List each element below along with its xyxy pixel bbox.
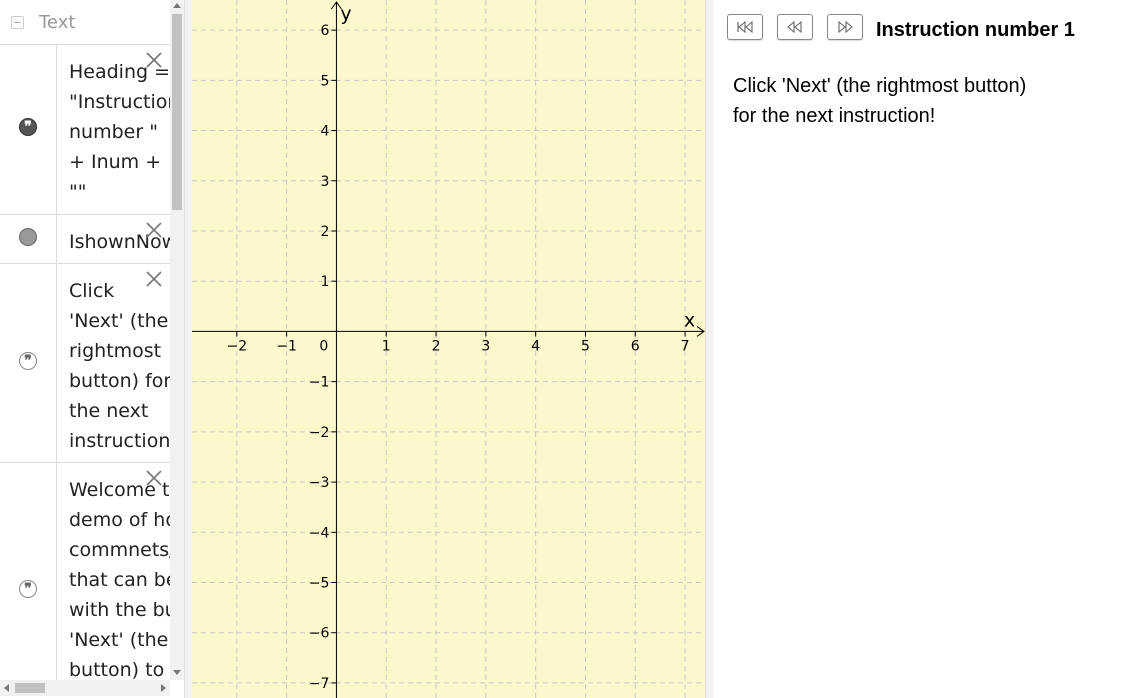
- y-tick-label: 3: [321, 174, 330, 190]
- y-tick-label: 5: [321, 73, 330, 89]
- instruction-view: Instruction number 1 Click 'Next' (the r…: [713, 0, 1125, 698]
- graphics-view[interactable]: −2 −1 1 2 3 4 5 6 7 6 5 4 3 2 1 −1 −2 −3 −4 −5 −6 −7 x y 0: [192, 0, 705, 698]
- close-icon[interactable]: [146, 52, 162, 68]
- scrollbar-thumb[interactable]: [15, 683, 45, 693]
- horizontal-scrollbar[interactable]: [0, 680, 170, 696]
- panel-divider[interactable]: [184, 0, 192, 698]
- instruction-line: Click 'Next' (the rightmost button): [733, 75, 1027, 97]
- scrollbar-thumb[interactable]: [172, 14, 182, 210]
- marble-cell: ❞: [0, 463, 57, 680]
- y-tick-label: −3: [309, 475, 330, 491]
- x-tick-label: 2: [432, 338, 441, 354]
- marble-cell: [0, 215, 57, 263]
- x-tick-label: −2: [227, 338, 248, 354]
- algebra-item-text[interactable]: Click 'Next' (the rightmost button) for …: [57, 264, 170, 462]
- y-tick-label: −4: [309, 525, 330, 541]
- x-tick-label: −1: [276, 338, 297, 354]
- instruction-text: Click 'Next' (the rightmost button) for …: [733, 71, 1026, 131]
- algebra-view: − Text ❞ Heading = "Instruction number "…: [0, 0, 184, 698]
- y-tick-label: 2: [321, 224, 330, 240]
- quote-marble-icon[interactable]: ❞: [19, 580, 37, 598]
- algebra-item-text[interactable]: Welcome to demo of ho commnets/ that can…: [57, 463, 170, 680]
- y-tick-label: −1: [309, 375, 330, 391]
- origin-label: 0: [319, 338, 328, 354]
- y-tick-label: −2: [309, 425, 330, 441]
- graphics-background: [192, 0, 705, 698]
- y-tick-label: 1: [321, 274, 330, 290]
- algebra-item-click-next[interactable]: ❞ Click 'Next' (the rightmost button) fo…: [0, 264, 170, 463]
- skip-to-first-icon: [737, 21, 753, 33]
- close-icon[interactable]: [146, 271, 162, 287]
- algebra-item-heading[interactable]: ❞ Heading = "Instruction number " + Inum…: [0, 45, 170, 215]
- y-tick-label: 6: [321, 23, 330, 39]
- y-axis-label: y: [340, 3, 351, 25]
- x-tick-label: 3: [481, 338, 490, 354]
- scroll-right-icon[interactable]: [161, 684, 166, 692]
- next-icon: [838, 21, 853, 33]
- x-tick-label: 5: [581, 338, 590, 354]
- algebra-item-text[interactable]: Heading = "Instruction number " + Inum +…: [57, 45, 170, 214]
- coordinate-grid[interactable]: −2 −1 1 2 3 4 5 6 7 6 5 4 3 2 1 −1 −2 −3 −4 −5 −6 −7 x y 0: [192, 0, 705, 698]
- y-tick-label: −6: [309, 626, 330, 642]
- next-instruction-button[interactable]: [827, 14, 863, 40]
- scroll-left-icon[interactable]: [4, 684, 9, 692]
- y-tick-label: −7: [309, 676, 330, 692]
- marble-cell: ❞: [0, 45, 57, 214]
- close-icon[interactable]: [146, 470, 162, 486]
- x-axis-label: x: [684, 309, 695, 331]
- vertical-scrollbar[interactable]: [170, 0, 184, 680]
- y-tick-label: 4: [321, 124, 330, 140]
- scroll-down-icon[interactable]: [173, 670, 181, 675]
- instruction-line: for the next instruction!: [733, 105, 936, 127]
- algebra-item-ishownnow[interactable]: IshownNow: [0, 215, 170, 264]
- previous-instruction-button[interactable]: [777, 14, 813, 40]
- first-instruction-button[interactable]: [727, 14, 763, 40]
- panel-divider[interactable]: [705, 0, 713, 698]
- quote-marble-icon[interactable]: ❞: [19, 352, 37, 370]
- y-tick-label: −5: [309, 576, 330, 592]
- group-title: Text: [39, 11, 76, 33]
- algebra-list: − Text ❞ Heading = "Instruction number "…: [0, 0, 170, 680]
- previous-icon: [787, 21, 802, 33]
- scroll-up-icon[interactable]: [173, 3, 181, 8]
- x-tick-label: 7: [681, 338, 690, 354]
- collapse-minus-icon[interactable]: −: [11, 15, 24, 29]
- close-icon[interactable]: [146, 222, 162, 238]
- x-tick-label: 6: [631, 338, 640, 354]
- group-header-text[interactable]: − Text: [0, 0, 170, 45]
- x-tick-label: 4: [531, 338, 540, 354]
- algebra-item-welcome[interactable]: ❞ Welcome to demo of ho commnets/ that c…: [0, 463, 170, 680]
- quote-marble-icon[interactable]: ❞: [19, 118, 37, 136]
- x-tick-label: 1: [382, 338, 391, 354]
- visibility-marble-icon[interactable]: [19, 228, 37, 246]
- marble-cell: ❞: [0, 264, 57, 462]
- instruction-heading: Instruction number 1: [876, 19, 1075, 41]
